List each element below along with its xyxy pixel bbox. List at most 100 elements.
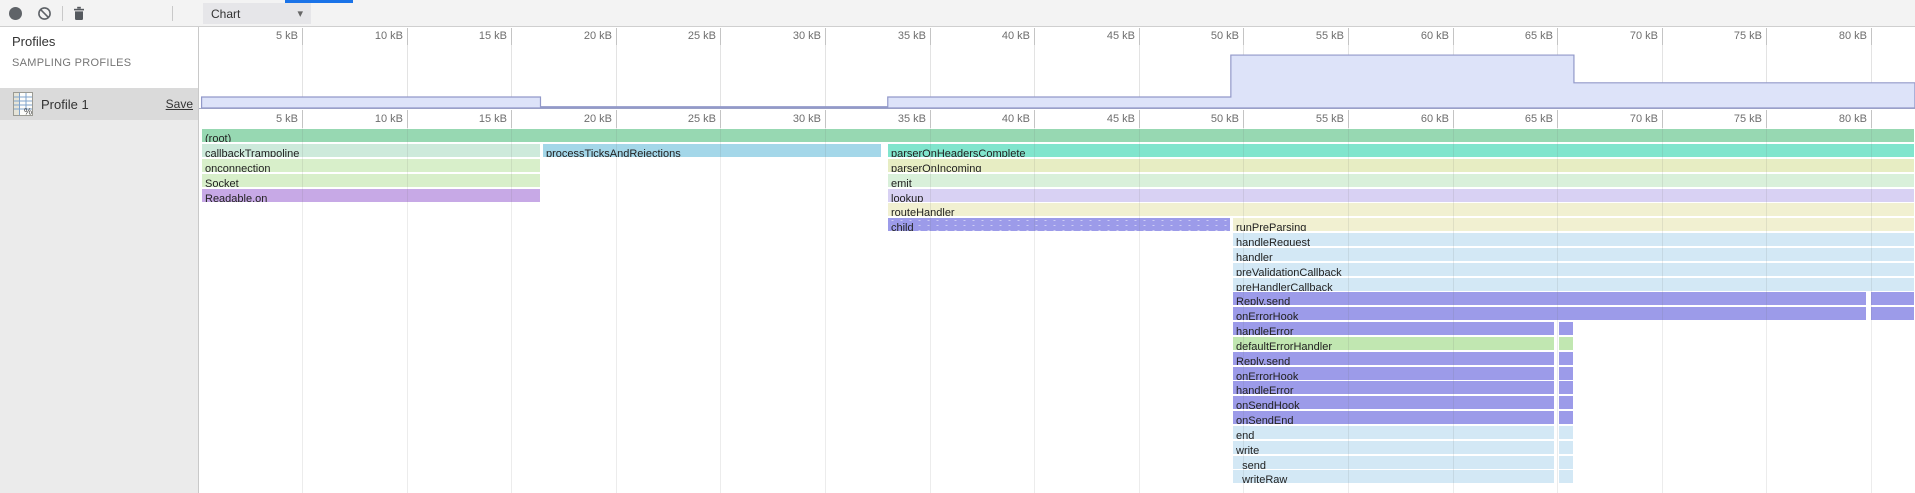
frame-parserOnHeadersComplete[interactable]: parserOnHeadersComplete <box>888 144 1914 157</box>
flame-gridline-overlay <box>1139 128 1140 493</box>
record-icon <box>9 7 22 20</box>
flame-ruler-tick <box>720 110 721 128</box>
frame-handler[interactable]: handler <box>1233 248 1914 261</box>
profile-document-icon: % <box>13 92 33 116</box>
flame-ruler-label: 60 kB <box>1393 113 1449 125</box>
frame-child[interactable]: child <box>888 218 1230 231</box>
frame-_writeRaw[interactable]: _writeRaw <box>1233 470 1554 483</box>
flame-gridline-overlay <box>930 128 931 493</box>
frame-runPreParsing[interactable]: runPreParsing <box>1233 218 1914 231</box>
frame-defaultErrorHandler[interactable] <box>1559 337 1573 350</box>
toolbar-divider-2 <box>172 6 173 21</box>
frame-Reply.send[interactable]: Reply.send <box>1233 352 1554 365</box>
frame-label: routeHandler <box>888 207 955 216</box>
frame-write_[interactable] <box>1559 441 1573 454</box>
frame-onErrorHook[interactable]: onErrorHook <box>1233 367 1554 380</box>
frame-onSendEnd[interactable]: onSendEnd <box>1233 411 1554 424</box>
frame-handleError[interactable] <box>1559 381 1573 394</box>
flame-ruler-label: 65 kB <box>1497 113 1553 125</box>
frame-root[interactable]: (root) <box>202 129 1914 142</box>
flame-chart-area: 5 kB5 kB10 kB10 kB15 kB15 kB20 kB20 kB25… <box>199 27 1915 493</box>
frame-Reply.send[interactable] <box>1871 292 1914 305</box>
frame-end[interactable] <box>1559 426 1573 439</box>
frame-label: _send <box>1233 460 1266 469</box>
flame-ruler-label: 5 kB <box>242 113 298 125</box>
memory-profiler-panel: Chart ▾ Profiles SAMPLING PROFILES % Pro… <box>0 0 1915 493</box>
frame-parserOnIncoming[interactable]: parserOnIncoming <box>888 159 1914 172</box>
frame-label: callbackTrampoline <box>202 148 299 157</box>
frame-label: defaultErrorHandler <box>1233 341 1332 350</box>
frame-callbackTrampoline[interactable]: callbackTrampoline <box>202 144 540 157</box>
flame-gridline-overlay <box>407 128 408 493</box>
frame-label: Reply.send <box>1233 356 1290 365</box>
flame-ruler-tick <box>407 110 408 128</box>
frame-onErrorHook[interactable] <box>1559 367 1573 380</box>
frame-onSendHook[interactable]: onSendHook <box>1233 396 1554 409</box>
frame-lookup[interactable]: lookup <box>888 189 1914 202</box>
flame-ruler-tick <box>1034 110 1035 128</box>
sidebar-empty-area <box>0 120 198 493</box>
flame-ruler-label: 35 kB <box>870 113 926 125</box>
clear-profiles-button[interactable] <box>31 0 57 26</box>
flame-ruler-label: 55 kB <box>1288 113 1344 125</box>
frame-preHandlerCallback[interactable]: preHandlerCallback <box>1233 278 1914 291</box>
frame-_writeRaw[interactable] <box>1559 470 1573 483</box>
frame-handleError[interactable]: handleError <box>1233 322 1554 335</box>
flame-ruler-tick <box>1871 110 1872 128</box>
flame-gridline-overlay <box>1662 128 1663 493</box>
flame-ruler-tick <box>1243 110 1244 128</box>
frame-onSendEnd[interactable] <box>1559 411 1573 424</box>
frame-onErrorHook[interactable]: onErrorHook <box>1233 307 1866 320</box>
view-mode-select[interactable]: Chart ▾ <box>203 3 311 24</box>
frame-label: Readable.on <box>202 193 267 202</box>
frame-handleError[interactable]: handleError <box>1233 381 1554 394</box>
frame-onconnection[interactable]: onconnection <box>202 159 540 172</box>
frame-_send[interactable] <box>1559 456 1573 469</box>
flame-gridline-overlay <box>720 128 721 493</box>
frame-handleRequest[interactable]: handleRequest <box>1233 233 1914 246</box>
sampling-profiles-heading: SAMPLING PROFILES <box>12 57 131 69</box>
flame-ruler-tick <box>1662 110 1663 128</box>
flame-ruler-label: 25 kB <box>660 113 716 125</box>
frame-Reply.send[interactable] <box>1559 352 1573 365</box>
frame-Reply.send[interactable]: Reply.send <box>1233 292 1866 305</box>
frame-routeHandler[interactable]: routeHandler <box>888 203 1914 216</box>
frame-Socket[interactable]: Socket <box>202 174 540 187</box>
frame-emit[interactable]: emit <box>888 174 1914 187</box>
svg-text:%: % <box>24 107 32 117</box>
flame-gridline-overlay <box>616 128 617 493</box>
delete-profile-button[interactable] <box>66 0 92 26</box>
frame-Readable.on[interactable]: Readable.on <box>202 189 540 202</box>
frame-preValidationCallback[interactable]: preValidationCallback <box>1233 263 1914 276</box>
frame-label: processTicksAndRejections <box>543 148 681 157</box>
frame-label: onconnection <box>202 163 270 172</box>
flame-gridline-overlay <box>1557 128 1558 493</box>
flame-ruler-label: 20 kB <box>556 113 612 125</box>
frame-onSendHook[interactable] <box>1559 396 1573 409</box>
frame-onErrorHook[interactable] <box>1871 307 1914 320</box>
frame-defaultErrorHandler[interactable]: defaultErrorHandler <box>1233 337 1554 350</box>
toolbar: Chart ▾ <box>0 0 1915 27</box>
frame-label: handleRequest <box>1233 237 1310 246</box>
allocation-overview-area[interactable] <box>199 27 1915 110</box>
active-tab-indicator[interactable] <box>285 0 353 3</box>
flame-ruler-tick <box>1348 110 1349 128</box>
frame-processTicksAndRejections[interactable]: processTicksAndRejections <box>543 144 881 157</box>
frame-label: parserOnHeadersComplete <box>888 148 1026 157</box>
profile-name: Profile 1 <box>41 97 89 112</box>
save-profile-link[interactable]: Save <box>166 97 193 111</box>
overview-silhouette <box>202 55 1915 108</box>
flame-ruler-label: 75 kB <box>1706 113 1762 125</box>
frame-end[interactable]: end <box>1233 426 1554 439</box>
record-button[interactable] <box>2 0 28 26</box>
frame-_send[interactable]: _send <box>1233 456 1554 469</box>
flame-gridline-overlay <box>1034 128 1035 493</box>
frame-write_[interactable]: write_ <box>1233 441 1554 454</box>
flame-ruler-tick <box>825 110 826 128</box>
flame-ruler-tick <box>1766 110 1767 128</box>
sidebar: Profiles SAMPLING PROFILES % Profile 1 S… <box>0 27 199 493</box>
frame-handleError[interactable] <box>1559 322 1573 335</box>
frame-label: lookup <box>888 193 923 202</box>
profile-list-item[interactable]: % Profile 1 Save <box>0 88 198 120</box>
flame-ruler-tick <box>1139 110 1140 128</box>
